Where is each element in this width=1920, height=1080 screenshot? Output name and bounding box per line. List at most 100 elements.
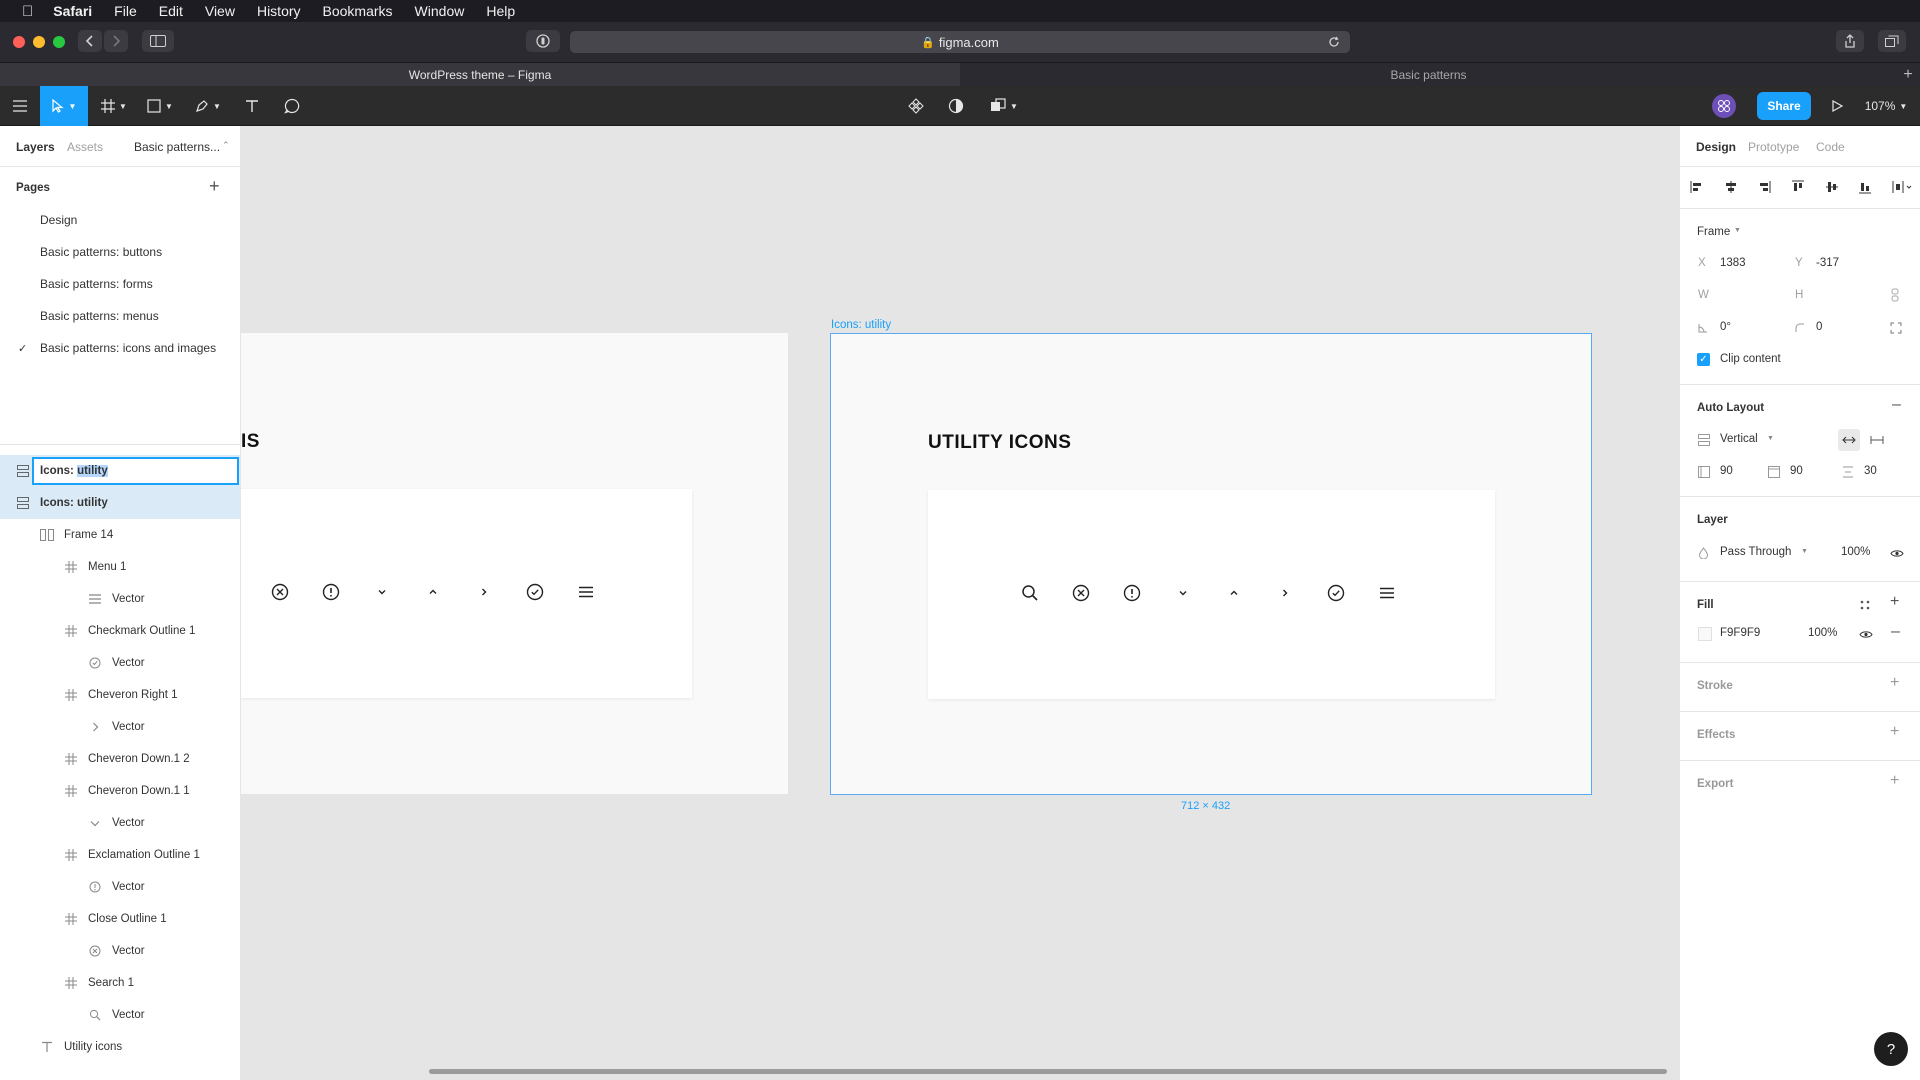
- fill-hex-input[interactable]: F9F9F9: [1720, 627, 1760, 639]
- help-button[interactable]: ?: [1874, 1032, 1908, 1066]
- checkmark-outline-icon[interactable]: [526, 583, 544, 601]
- tab-prototype[interactable]: Prototype: [1748, 140, 1799, 154]
- align-bottom-icon[interactable]: [1858, 180, 1872, 194]
- layer-row[interactable]: Vector: [0, 871, 240, 903]
- layer-row[interactable]: Vector: [0, 935, 240, 967]
- menu-history[interactable]: History: [257, 3, 301, 19]
- layer-row[interactable]: Exclamation Outline 1: [0, 839, 240, 871]
- eye-icon[interactable]: [1859, 630, 1873, 639]
- add-export-icon[interactable]: +: [1890, 772, 1899, 790]
- layer-row[interactable]: Close Outline 1: [0, 903, 240, 935]
- padding-horizontal-input[interactable]: 90: [1720, 465, 1733, 477]
- chevron-up-icon[interactable]: [1225, 584, 1243, 602]
- styles-grid-icon[interactable]: [1860, 600, 1870, 610]
- layout-direction-dropdown[interactable]: Vertical: [1720, 433, 1758, 445]
- browser-tab-basic-patterns[interactable]: Basic patterns: [961, 63, 1896, 87]
- chevron-down-icon[interactable]: [373, 583, 391, 601]
- chevron-up-icon[interactable]: [424, 583, 442, 601]
- layer-row[interactable]: Cheveron Down.1 1: [0, 775, 240, 807]
- tab-design[interactable]: Design: [1696, 140, 1736, 154]
- checkmark-outline-icon[interactable]: [1327, 584, 1345, 602]
- align-right-icon[interactable]: [1757, 180, 1771, 194]
- menu-window[interactable]: Window: [415, 3, 465, 19]
- remove-auto-layout-icon[interactable]: –: [1892, 396, 1901, 414]
- align-horizontal-center-icon[interactable]: [1724, 180, 1738, 194]
- layer-row[interactable]: Vector: [0, 999, 240, 1031]
- align-vertical-center-icon[interactable]: [1825, 180, 1839, 194]
- chevron-right-icon[interactable]: [1276, 584, 1294, 602]
- fill-color-swatch[interactable]: [1698, 627, 1712, 641]
- menu-help[interactable]: Help: [486, 3, 515, 19]
- page-item-menus[interactable]: Basic patterns: menus: [0, 300, 240, 332]
- address-bar[interactable]: 🔒 figma.com: [570, 31, 1350, 53]
- apple-icon[interactable]: : [22, 3, 33, 20]
- layer-row[interactable]: Menu 1: [0, 551, 240, 583]
- reload-icon[interactable]: [1328, 36, 1340, 48]
- menu-icon[interactable]: [1378, 584, 1396, 602]
- plugin-avatar[interactable]: [1708, 86, 1740, 126]
- add-stroke-icon[interactable]: +: [1890, 674, 1899, 692]
- add-effect-icon[interactable]: +: [1890, 723, 1899, 741]
- search-icon[interactable]: [1021, 584, 1039, 602]
- horizontal-scrollbar[interactable]: [429, 1069, 1667, 1074]
- page-item-buttons[interactable]: Basic patterns: buttons: [0, 236, 240, 268]
- layer-row[interactable]: Icons: utility: [0, 487, 240, 519]
- frame-type-dropdown[interactable]: Frame: [1697, 226, 1730, 238]
- close-window-button[interactable]: [13, 36, 25, 48]
- stroke-section-title[interactable]: Stroke: [1697, 680, 1733, 692]
- exclamation-outline-icon[interactable]: [322, 583, 340, 601]
- icon-card[interactable]: [928, 490, 1495, 699]
- layer-row[interactable]: Frame 14: [0, 519, 240, 551]
- layer-row[interactable]: Utility icons: [0, 1031, 240, 1063]
- privacy-report-button[interactable]: [526, 30, 560, 52]
- share-page-button[interactable]: [1836, 30, 1864, 52]
- pen-tool-button[interactable]: ▼: [186, 86, 230, 126]
- padding-vertical-input[interactable]: 90: [1790, 465, 1803, 477]
- frame-tool-button[interactable]: ▼: [94, 86, 134, 126]
- layer-row[interactable]: Vector: [0, 647, 240, 679]
- align-left-icon[interactable]: [1690, 180, 1704, 194]
- add-page-icon[interactable]: +: [209, 176, 220, 197]
- layer-row[interactable]: Vector: [0, 583, 240, 615]
- close-outline-icon[interactable]: [271, 583, 289, 601]
- browser-tab-figma[interactable]: WordPress theme – Figma: [0, 63, 960, 87]
- frame-icons-utility[interactable]: UTILITY ICONS: [830, 333, 1592, 795]
- minimize-window-button[interactable]: [33, 36, 45, 48]
- layer-row[interactable]: Checkmark Outline 1: [0, 615, 240, 647]
- layer-row[interactable]: Cheveron Right 1: [0, 679, 240, 711]
- export-section-title[interactable]: Export: [1697, 778, 1733, 790]
- sidebar-toggle-button[interactable]: [142, 30, 174, 52]
- resize-hug-button[interactable]: [1838, 429, 1860, 451]
- tab-code[interactable]: Code: [1816, 140, 1845, 154]
- layer-opacity-input[interactable]: 100%: [1841, 546, 1870, 558]
- frame-left-partial[interactable]: IS: [241, 333, 788, 794]
- frame-name-label[interactable]: Icons: utility: [831, 319, 891, 331]
- page-switcher[interactable]: Basic patterns...: [134, 140, 220, 154]
- zoom-window-button[interactable]: [53, 36, 65, 48]
- text-tool-button[interactable]: [236, 86, 268, 126]
- y-input[interactable]: -317: [1816, 257, 1839, 269]
- w-input[interactable]: [1720, 286, 1780, 304]
- page-item-icons-and-images[interactable]: ✓ Basic patterns: icons and images: [0, 332, 240, 364]
- menu-bookmarks[interactable]: Bookmarks: [323, 3, 393, 19]
- component-button[interactable]: [900, 86, 932, 126]
- boolean-operations-button[interactable]: ▼: [982, 86, 1026, 126]
- back-button[interactable]: [78, 30, 102, 52]
- add-fill-icon[interactable]: +: [1890, 593, 1899, 611]
- corner-radius-input[interactable]: 0: [1816, 321, 1822, 333]
- align-top-icon[interactable]: [1791, 180, 1805, 194]
- layer-row[interactable]: Search 1: [0, 967, 240, 999]
- share-button[interactable]: Share: [1757, 92, 1811, 120]
- main-menu-button[interactable]: [0, 86, 40, 126]
- tab-overview-button[interactable]: [1878, 30, 1906, 52]
- resize-fixed-icon[interactable]: [1870, 435, 1884, 445]
- shape-tool-button[interactable]: ▼: [140, 86, 180, 126]
- menu-edit[interactable]: Edit: [159, 3, 183, 19]
- icon-card-left[interactable]: [241, 489, 692, 698]
- eye-icon[interactable]: [1890, 549, 1904, 558]
- effects-section-title[interactable]: Effects: [1697, 729, 1735, 741]
- close-outline-icon[interactable]: [1072, 584, 1090, 602]
- independent-corners-icon[interactable]: [1890, 322, 1902, 334]
- move-tool-button[interactable]: ▼: [40, 86, 88, 126]
- layer-row[interactable]: Vector: [0, 807, 240, 839]
